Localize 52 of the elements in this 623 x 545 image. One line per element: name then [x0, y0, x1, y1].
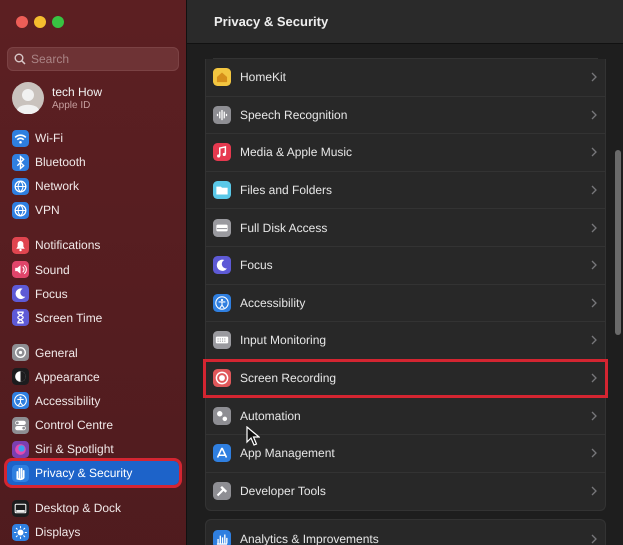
close-icon[interactable]	[16, 16, 28, 28]
chevron-icon	[591, 410, 597, 421]
sidebar-item[interactable]: Displays	[7, 520, 179, 544]
settings-row[interactable]: Analytics & Improvements	[206, 520, 605, 545]
chevron-icon	[591, 185, 597, 196]
avatar-icon[interactable]	[12, 82, 44, 114]
settings-row[interactable]: Accessibility	[206, 284, 605, 322]
sidebar-item[interactable]: Screen Time	[7, 306, 179, 330]
chevron-icon	[591, 486, 597, 496]
profile-name[interactable]: tech How	[52, 85, 102, 99]
chevron-icon	[591, 260, 597, 270]
search-field[interactable]: Search	[7, 47, 179, 71]
settings-row[interactable]: Files and Folders	[206, 172, 605, 210]
chevron-icon	[591, 222, 597, 233]
chevron-icon	[591, 298, 597, 308]
chevron-icon	[591, 335, 597, 346]
settings-row[interactable]: Speech Recognition	[206, 96, 605, 134]
zoom-icon[interactable]	[52, 16, 64, 28]
sidebar-item[interactable]: Sound	[7, 257, 179, 282]
profile-subtitle: Apple ID	[52, 100, 92, 111]
sidebar-item[interactable]: Bluetooth	[7, 150, 179, 174]
settings-row[interactable]: Developer Tools	[206, 472, 605, 510]
sidebar-item[interactable]: Wi-Fi	[7, 126, 179, 150]
chevron-icon	[591, 448, 597, 458]
settings-row[interactable]: HomeKit	[206, 59, 605, 97]
sidebar-item[interactable]: Network	[7, 174, 179, 198]
chevron-icon	[591, 534, 597, 544]
sidebar-item[interactable]: VPN	[7, 198, 179, 222]
search-icon	[14, 53, 26, 65]
sidebar-item[interactable]: Appearance	[7, 364, 179, 389]
settings-row[interactable]: Input Monitoring	[206, 322, 605, 360]
settings-row[interactable]: Full Disk Access	[206, 209, 605, 247]
chevron-icon	[591, 110, 597, 120]
cursor-icon	[246, 426, 260, 446]
scrollbar-thumb[interactable]	[615, 150, 621, 335]
settings-row[interactable]: Automation	[206, 397, 605, 435]
chevron-icon	[591, 373, 597, 384]
window-title: Privacy & Security	[214, 14, 328, 29]
settings-row[interactable]: Focus	[206, 246, 605, 285]
chevron-icon	[591, 72, 597, 82]
chevron-icon	[591, 147, 597, 158]
minimize-icon[interactable]	[34, 16, 46, 28]
sidebar-item[interactable]: General	[7, 340, 179, 365]
sidebar-item[interactable]: Privacy & Security	[7, 461, 179, 486]
sidebar-item[interactable]: Focus	[7, 282, 179, 306]
settings-row[interactable]: Media & Apple Music	[206, 134, 605, 172]
sidebar-item[interactable]: Accessibility	[7, 388, 179, 414]
sidebar-item[interactable]: Notifications	[7, 233, 179, 258]
sidebar-item[interactable]: Desktop & Dock	[7, 496, 179, 520]
settings-row[interactable]: Screen Recording	[204, 360, 607, 398]
sidebar-item[interactable]: Siri & Spotlight	[7, 437, 179, 462]
sidebar-item[interactable]: Control Centre	[7, 413, 179, 438]
